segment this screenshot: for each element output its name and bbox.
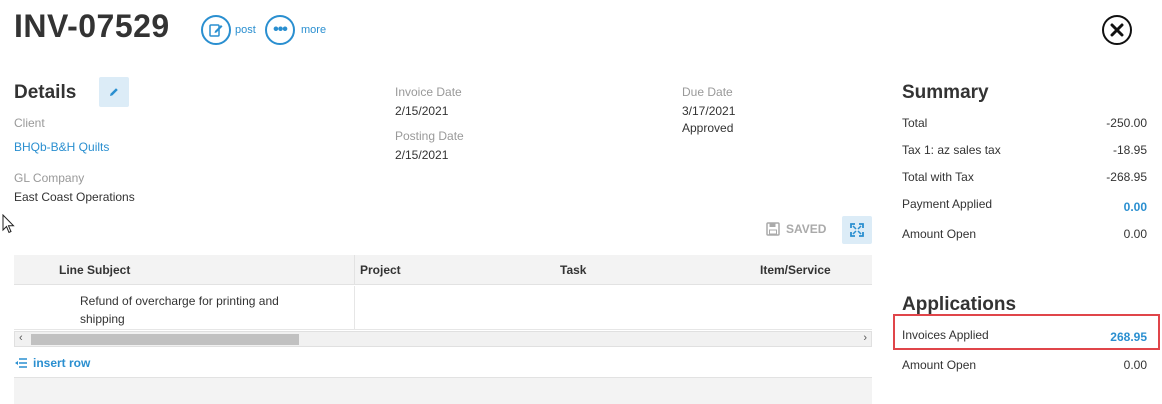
invoices-applied-highlight (893, 314, 1160, 350)
summary-label: Tax 1: az sales tax (902, 143, 1001, 157)
expand-icon (850, 223, 864, 237)
ellipsis-icon: ••• (273, 21, 288, 38)
summary-row-total-with-tax: Total with Tax -268.95 (902, 170, 1147, 184)
summary-label: Amount Open (902, 227, 977, 241)
scroll-left-icon[interactable]: ‹ (19, 332, 23, 344)
summary-row-amount-open: Amount Open 0.00 (902, 227, 1147, 241)
mouse-cursor-icon (2, 214, 15, 234)
invoice-title: INV-07529 (14, 8, 170, 44)
gl-company-value: East Coast Operations (14, 190, 135, 204)
applications-value: 0.00 (1123, 358, 1147, 372)
close-icon (1110, 23, 1124, 37)
due-date-value: 3/17/2021 (682, 104, 736, 118)
invoice-date-label: Invoice Date (395, 85, 462, 99)
scrollbar-thumb[interactable] (31, 334, 299, 345)
summary-value: -250.00 (1106, 116, 1147, 130)
status-value: Approved (682, 121, 734, 135)
gl-company-label: GL Company (14, 171, 85, 185)
summary-heading: Summary (902, 82, 989, 103)
invoice-date-value: 2/15/2021 (395, 104, 449, 118)
applications-row-amount-open: Amount Open 0.00 (902, 358, 1147, 372)
more-link[interactable]: more (301, 24, 326, 36)
horizontal-scrollbar[interactable]: ‹ › (14, 331, 872, 347)
column-header-item-service[interactable]: Item/Service (760, 263, 831, 277)
grid-footer (14, 377, 872, 404)
column-header-line-subject[interactable]: Line Subject (59, 263, 130, 277)
summary-value: -18.95 (1112, 143, 1147, 157)
column-divider (354, 286, 355, 329)
details-heading: Details (14, 82, 77, 103)
summary-label: Total with Tax (902, 170, 974, 184)
summary-row-payment-applied: Payment Applied 0.00 (902, 197, 1147, 214)
pencil-icon (110, 88, 118, 96)
insert-row-label: insert row (33, 356, 91, 370)
post-icon (209, 24, 223, 37)
column-header-project[interactable]: Project (360, 263, 401, 277)
edit-button[interactable] (99, 77, 129, 107)
summary-label: Total (902, 116, 928, 130)
due-date-label: Due Date (682, 85, 733, 99)
summary-value: -268.95 (1106, 170, 1147, 184)
posting-date-value: 2/15/2021 (395, 148, 449, 162)
scroll-right-icon[interactable]: › (863, 332, 867, 344)
client-label: Client (14, 116, 45, 130)
insert-row-icon (15, 358, 27, 368)
expand-button[interactable] (842, 216, 872, 244)
payment-applied-link[interactable]: 0.00 (1124, 200, 1147, 214)
post-button[interactable] (201, 15, 231, 45)
insert-row-button[interactable]: insert row (14, 356, 90, 370)
more-button[interactable]: ••• (265, 15, 295, 45)
summary-label: Payment Applied (902, 197, 993, 211)
summary-value: 0.00 (1123, 227, 1147, 241)
column-divider (354, 255, 355, 284)
summary-row-total: Total -250.00 (902, 116, 1147, 130)
summary-row-tax: Tax 1: az sales tax -18.95 (902, 143, 1147, 157)
close-button[interactable] (1102, 15, 1132, 45)
table-row[interactable]: Refund of overcharge for printing and sh… (14, 286, 872, 330)
applications-heading: Applications (902, 294, 1017, 315)
posting-date-label: Posting Date (395, 129, 464, 143)
column-header-task[interactable]: Task (560, 263, 586, 277)
applications-label: Amount Open (902, 358, 977, 372)
post-link[interactable]: post (235, 24, 256, 36)
saved-label: SAVED (786, 222, 827, 236)
grid-header: Line Subject Project Task Item/Service (14, 255, 872, 285)
saved-indicator: SAVED (766, 222, 826, 236)
client-link[interactable]: BHQb-B&H Quilts (14, 140, 109, 154)
save-icon (766, 222, 780, 236)
line-subject-cell[interactable]: Refund of overcharge for printing and sh… (80, 292, 310, 328)
